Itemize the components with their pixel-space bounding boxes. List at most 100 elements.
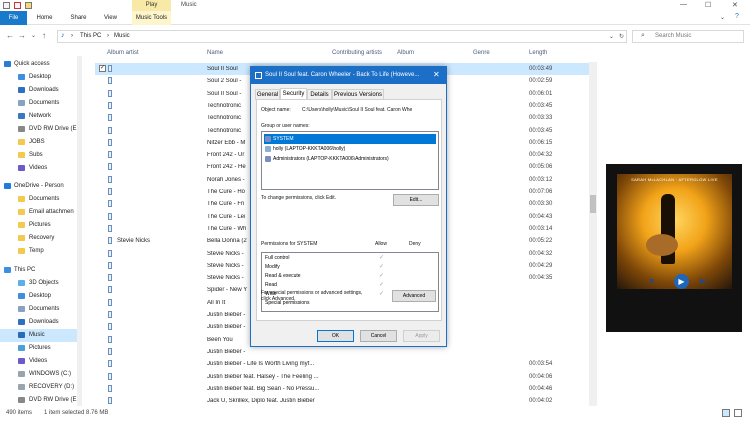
nav-jobs[interactable]: JOBS	[0, 136, 82, 149]
nav-quick-access[interactable]: Quick access	[0, 58, 82, 71]
nav-music[interactable]: Music	[0, 329, 82, 342]
close-button[interactable]: ✕	[732, 1, 738, 9]
recent-locations-button[interactable]: ⌄	[31, 32, 36, 39]
drive-icon	[18, 371, 25, 377]
breadcrumb-this-pc[interactable]: This PC	[80, 33, 101, 39]
address-bar-row: ← → ⌄ ↑ ♪ › This PC › Music ⌄ ↻ ⌕ Search…	[0, 26, 750, 46]
minimize-button[interactable]: —	[680, 1, 687, 8]
nav-pc-desktop[interactable]: Desktop	[0, 290, 82, 303]
help-icon[interactable]: ?	[735, 13, 739, 20]
nav-this-pc[interactable]: This PC	[0, 264, 82, 277]
nav-pictures[interactable]: Pictures	[0, 342, 82, 355]
refresh-icon[interactable]: ↻	[619, 33, 624, 40]
music-file-icon	[108, 311, 112, 318]
user-list[interactable]: SYSTEM holly (LAPTOP-KKKTA006\holly) Adm…	[261, 131, 439, 190]
up-button[interactable]: ↑	[42, 31, 46, 40]
picture-icon	[18, 345, 25, 351]
chevron-down-icon[interactable]: ⌄	[720, 14, 725, 21]
disc-drive-icon	[18, 126, 25, 132]
nav-documents[interactable]: Documents	[0, 97, 82, 110]
folder-icon	[18, 196, 25, 202]
nav-email-attachments[interactable]: Email attachmen	[0, 206, 82, 219]
tab-view[interactable]: View	[98, 11, 123, 25]
music-file-icon	[108, 237, 112, 244]
nav-onedrive[interactable]: OneDrive - Person	[0, 180, 82, 193]
properties-icon[interactable]	[14, 2, 21, 9]
breadcrumb-music[interactable]: Music	[114, 33, 130, 39]
tab-music-tools[interactable]: Music Tools	[132, 11, 171, 25]
large-icons-view-icon[interactable]	[734, 409, 742, 417]
tab-share[interactable]: Share	[66, 11, 91, 25]
nav-onedrive-pictures[interactable]: Pictures	[0, 219, 82, 232]
dialog-title-bar[interactable]: Soul II Soul feat. Caron Wheeler - Back …	[251, 67, 446, 84]
column-header-name[interactable]: Name	[207, 50, 223, 62]
address-dropdown-icon[interactable]: ⌄	[609, 33, 614, 40]
edit-button[interactable]: Edit...	[393, 194, 439, 206]
apply-button[interactable]: Apply	[403, 330, 440, 342]
cell-length: 00:04:46	[529, 386, 553, 392]
album-cover: SARAH McLACHLAN · AFTERGLOW LIVE	[606, 164, 742, 332]
address-input[interactable]: ♪ › This PC › Music ⌄ ↻	[57, 30, 627, 43]
tab-home[interactable]: Home	[32, 11, 57, 25]
play-button[interactable]: ▶	[674, 274, 689, 289]
cell-name: Justin Bieber feat. Halsey - The Feeling…	[207, 374, 319, 380]
nav-recovery-d[interactable]: RECOVERY (D:)	[0, 381, 82, 394]
nav-pc-downloads[interactable]: Downloads	[0, 316, 82, 329]
cell-length: 00:04:02	[529, 398, 553, 404]
navigation-scrollbar[interactable]	[77, 56, 82, 406]
column-header-album[interactable]: Album	[397, 50, 414, 62]
maximize-button[interactable]: ☐	[705, 1, 711, 9]
nav-onedrive-documents[interactable]: Documents	[0, 193, 82, 206]
nav-pc-videos[interactable]: Videos	[0, 355, 82, 368]
cell-length: 00:03:54	[529, 361, 553, 367]
change-permissions-text: To change permissions, click Edit.	[261, 195, 337, 201]
scrollbar-thumb[interactable]	[590, 195, 596, 213]
column-header-album-artist[interactable]: Album artist	[107, 50, 139, 62]
new-folder-icon[interactable]	[25, 2, 32, 9]
user-administrators[interactable]: Administrators (LAPTOP-KKKTA006\Administ…	[264, 154, 436, 164]
advanced-button[interactable]: Advanced	[392, 290, 436, 302]
nav-pc-documents[interactable]: Documents	[0, 303, 82, 316]
details-view-icon[interactable]	[722, 409, 730, 417]
permissions-list: Full control ✓ Modify ✓ Read & execute ✓…	[261, 252, 439, 312]
column-header-contributing-artists[interactable]: Contributing artists	[332, 50, 382, 62]
nav-recovery-folder[interactable]: Recovery	[0, 232, 82, 245]
tab-file[interactable]: File	[0, 11, 27, 25]
next-button[interactable]: ▶|	[698, 276, 709, 287]
nav-windows-c[interactable]: WINDOWS (C:)	[0, 368, 82, 381]
contextual-tab-play[interactable]: Play	[132, 0, 171, 11]
music-file-icon	[108, 323, 112, 330]
table-row[interactable]: Justin Bieber - Life Is Worth Living myf…	[95, 358, 590, 370]
ok-button[interactable]: OK	[317, 330, 354, 342]
cell-album-artist: Stevie Nicks	[117, 238, 151, 244]
row-checkbox[interactable]: ✓	[99, 65, 106, 72]
cancel-button[interactable]: Cancel	[360, 330, 397, 342]
table-row[interactable]: Justin Bieber feat. Halsey - The Feeling…	[95, 371, 590, 383]
search-placeholder: Search Music	[655, 33, 692, 39]
table-row[interactable]: Justin Bieber feat. Big Sean - No Pressu…	[95, 383, 590, 395]
stop-button[interactable]: ■	[646, 276, 657, 287]
dialog-close-button[interactable]: ✕	[433, 70, 440, 79]
nav-network[interactable]: Network	[0, 110, 82, 123]
nav-3d-objects[interactable]: 3D Objects	[0, 277, 82, 290]
cell-length: 00:06:01	[529, 91, 553, 97]
folder-icon	[18, 222, 25, 228]
permission-full-control: Full control	[265, 255, 290, 261]
nav-dvd-drive[interactable]: DVD RW Drive (E	[0, 123, 82, 136]
file-list-scrollbar[interactable]	[589, 62, 597, 406]
search-input[interactable]: ⌕ Search Music	[632, 30, 744, 43]
column-header-length[interactable]: Length	[529, 50, 547, 62]
media-player-controls: ■ ▶ ▶|	[642, 274, 722, 289]
column-header-genre[interactable]: Genre	[473, 50, 490, 62]
nav-videos[interactable]: Videos	[0, 162, 82, 175]
table-row[interactable]: Justin Bieber -	[95, 346, 590, 358]
user-holly[interactable]: holly (LAPTOP-KKKTA006\holly)	[264, 144, 436, 154]
back-button[interactable]: ←	[6, 31, 14, 40]
forward-button[interactable]: →	[18, 31, 26, 40]
music-file-icon	[108, 139, 112, 146]
nav-subs[interactable]: Subs	[0, 149, 82, 162]
nav-temp[interactable]: Temp	[0, 245, 82, 258]
user-system[interactable]: SYSTEM	[264, 134, 436, 144]
nav-downloads[interactable]: Downloads	[0, 84, 82, 97]
nav-desktop[interactable]: Desktop	[0, 71, 82, 84]
